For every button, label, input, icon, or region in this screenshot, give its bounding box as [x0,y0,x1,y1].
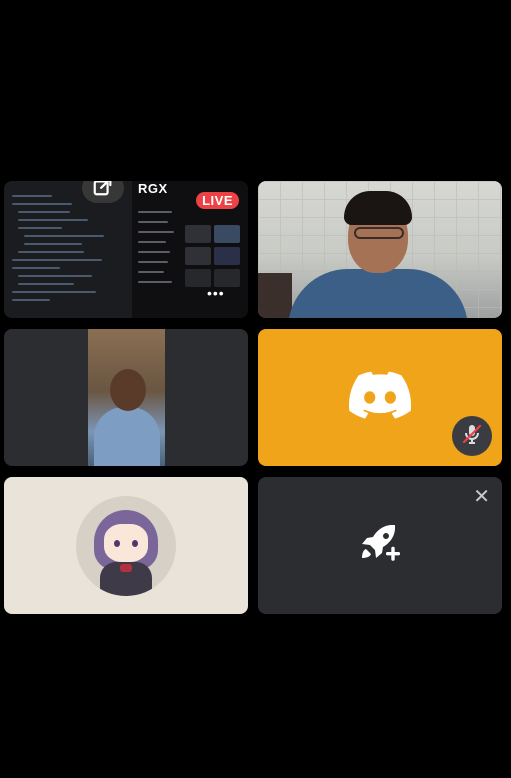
more-options-icon[interactable]: ••• [207,285,225,301]
webcam-tile-2[interactable] [4,329,248,466]
mute-indicator [452,416,492,456]
live-badge: LIVE [196,192,239,209]
webcam-tile-1[interactable] [258,181,502,318]
rocket-add-icon [356,519,404,572]
activity-launcher-tile[interactable]: ✕ [258,477,502,614]
discord-logo-icon [349,371,412,424]
popout-icon [92,181,114,202]
close-icon[interactable]: ✕ [473,487,490,507]
popout-button[interactable] [82,181,124,203]
avatar [76,495,176,596]
stream-brand-text: RGX [138,181,168,196]
video-grid: RGX LIVE ••• ✕ [4,181,502,614]
avatar-tile[interactable] [4,477,248,614]
vertical-video-feed [88,329,165,466]
avatar-tile-muted[interactable] [258,329,502,466]
mic-muted-icon [460,422,484,451]
screen-share-tile[interactable]: RGX LIVE ••• [4,181,248,318]
